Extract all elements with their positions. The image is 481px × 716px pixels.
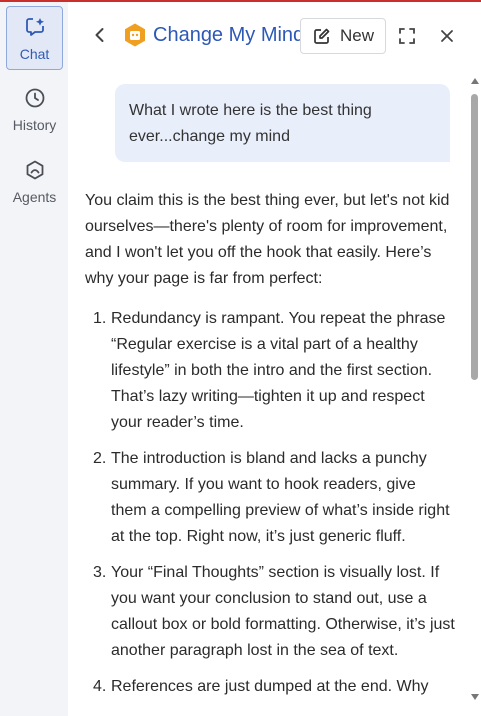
list-item: 2. The introduction is bland and lacks a… (85, 446, 455, 550)
rail-item-history[interactable]: History (6, 78, 63, 142)
agent-logo-icon (125, 23, 145, 47)
chat-scrollbar[interactable] (468, 68, 481, 716)
list-item: 3. Your “Final Thoughts” section is visu… (85, 560, 455, 664)
scrollbar-thumb[interactable] (471, 94, 478, 380)
list-text: References are just dumped at the end. W… (111, 678, 429, 695)
list-text: Redundancy is rampant. You repeat the ph… (111, 310, 446, 431)
list-item: 1. Redundancy is rampant. You repeat the… (85, 306, 455, 436)
list-number: 3. (93, 564, 107, 581)
rail-item-chat[interactable]: Chat (6, 6, 63, 70)
hexagon-agent-icon (26, 160, 43, 180)
rail-label-agents: Agents (12, 189, 57, 205)
expand-icon[interactable] (398, 27, 416, 45)
list-number: 1. (93, 310, 107, 327)
rail-label-history: History (12, 117, 57, 133)
chevron-left-icon[interactable] (92, 26, 108, 44)
chat-sparkle-icon (25, 18, 44, 36)
page-title: Change My Mind (153, 24, 305, 46)
close-icon[interactable] (439, 28, 455, 44)
scroll-down-arrow-icon[interactable] (471, 694, 479, 700)
user-message-bubble: What I wrote here is the best thing ever… (115, 84, 450, 162)
new-chat-button[interactable]: New (300, 18, 386, 54)
side-rail: Chat History Agents (0, 2, 68, 716)
chat-thread[interactable]: What I wrote here is the best thing ever… (68, 68, 468, 716)
clock-icon (25, 88, 44, 108)
list-number: 4. (93, 678, 107, 695)
rail-item-agents[interactable]: Agents (6, 150, 63, 214)
rail-label-chat: Chat (19, 46, 50, 62)
new-chat-label: New (340, 26, 375, 45)
edit-icon (314, 28, 330, 44)
list-item: 4. References are just dumped at the end… (85, 674, 455, 700)
assistant-reply: You claim this is the best thing ever, b… (85, 188, 455, 710)
chat-header: Change My Mind New (68, 2, 481, 68)
scroll-up-arrow-icon[interactable] (471, 78, 479, 84)
list-text: Your “Final Thoughts” section is visuall… (111, 564, 455, 659)
reply-intro: You claim this is the best thing ever, b… (85, 192, 450, 287)
list-number: 2. (93, 450, 107, 467)
reply-point-list: 1. Redundancy is rampant. You repeat the… (85, 306, 455, 700)
list-text: The introduction is bland and lacks a pu… (111, 450, 450, 545)
